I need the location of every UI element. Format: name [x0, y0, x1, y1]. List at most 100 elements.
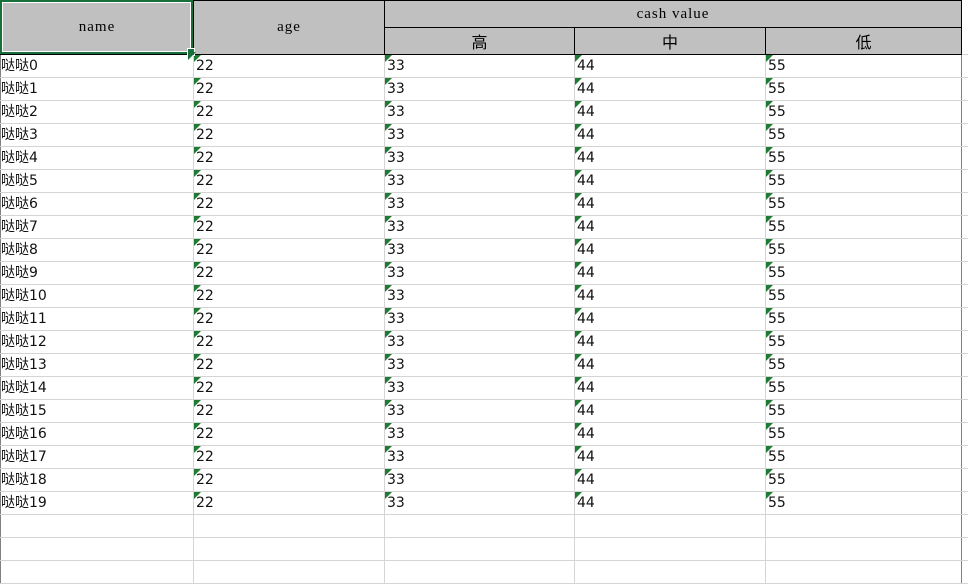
cell-high[interactable]: 33 — [384, 445, 575, 469]
cell-name[interactable]: 哒哒16 — [0, 422, 194, 446]
cell-age[interactable]: 22 — [193, 146, 385, 170]
cell-name[interactable]: 哒哒5 — [0, 169, 194, 193]
cell-name[interactable]: 哒哒13 — [0, 353, 194, 377]
cell-low[interactable]: 55 — [764, 445, 963, 469]
empty-cell[interactable] — [574, 537, 766, 561]
cell-mid[interactable]: 44 — [574, 399, 766, 423]
cell-high[interactable]: 33 — [384, 307, 575, 331]
cell-low[interactable]: 55 — [764, 261, 963, 285]
column-header-cash-value[interactable]: cash value — [383, 0, 963, 28]
cell-age[interactable]: 22 — [193, 353, 385, 377]
cell-mid[interactable]: 44 — [574, 123, 766, 147]
cell-low[interactable]: 55 — [764, 468, 963, 492]
empty-cell[interactable] — [384, 537, 575, 561]
cell-name[interactable]: 哒哒8 — [0, 238, 194, 262]
cell-high[interactable]: 33 — [384, 238, 575, 262]
cell-mid[interactable]: 44 — [574, 169, 766, 193]
cell-age[interactable]: 22 — [193, 192, 385, 216]
cell-low[interactable]: 55 — [764, 238, 963, 262]
table-row[interactable]: 哒哒13 22 33 44 55 — [0, 353, 963, 377]
cell-age[interactable]: 22 — [193, 468, 385, 492]
cell-high[interactable]: 33 — [384, 468, 575, 492]
cell-high[interactable]: 33 — [384, 77, 575, 101]
cell-low[interactable]: 55 — [764, 376, 963, 400]
table-row[interactable]: 哒哒11 22 33 44 55 — [0, 307, 963, 331]
cell-low[interactable]: 55 — [764, 54, 963, 78]
cell-low[interactable]: 55 — [764, 215, 963, 239]
empty-cell[interactable] — [0, 560, 194, 584]
cell-age[interactable]: 22 — [193, 169, 385, 193]
empty-cell[interactable] — [0, 537, 194, 561]
cell-high[interactable]: 33 — [384, 399, 575, 423]
column-header-mid[interactable]: 中 — [574, 27, 766, 55]
column-header-low[interactable]: 低 — [764, 27, 963, 55]
cell-high[interactable]: 33 — [384, 284, 575, 308]
cell-mid[interactable]: 44 — [574, 215, 766, 239]
column-header-name[interactable]: name — [0, 0, 194, 55]
cell-mid[interactable]: 44 — [574, 422, 766, 446]
cell-high[interactable]: 33 — [384, 146, 575, 170]
cell-age[interactable]: 22 — [193, 238, 385, 262]
cell-high[interactable]: 33 — [384, 100, 575, 124]
cell-mid[interactable]: 44 — [574, 192, 766, 216]
cell-high[interactable]: 33 — [384, 491, 575, 515]
cell-age[interactable]: 22 — [193, 422, 385, 446]
table-row[interactable]: 哒哒3 22 33 44 55 — [0, 123, 963, 147]
cell-name[interactable]: 哒哒14 — [0, 376, 194, 400]
cell-age[interactable]: 22 — [193, 330, 385, 354]
cell-name[interactable]: 哒哒11 — [0, 307, 194, 331]
empty-cell[interactable] — [193, 514, 385, 538]
cell-age[interactable]: 22 — [193, 491, 385, 515]
cell-mid[interactable]: 44 — [574, 376, 766, 400]
cell-low[interactable]: 55 — [764, 169, 963, 193]
cell-name[interactable]: 哒哒0 — [0, 54, 194, 78]
cell-high[interactable]: 33 — [384, 215, 575, 239]
cell-name[interactable]: 哒哒15 — [0, 399, 194, 423]
cell-high[interactable]: 33 — [384, 123, 575, 147]
cell-high[interactable]: 33 — [384, 330, 575, 354]
table-row[interactable]: 哒哒7 22 33 44 55 — [0, 215, 963, 239]
cell-mid[interactable]: 44 — [574, 491, 766, 515]
table-row[interactable]: 哒哒10 22 33 44 55 — [0, 284, 963, 308]
cell-mid[interactable]: 44 — [574, 146, 766, 170]
cell-age[interactable]: 22 — [193, 54, 385, 78]
column-header-age[interactable]: age — [193, 0, 385, 55]
cell-mid[interactable]: 44 — [574, 307, 766, 331]
table-row[interactable]: 哒哒1 22 33 44 55 — [0, 77, 963, 101]
cell-mid[interactable]: 44 — [574, 77, 766, 101]
cell-low[interactable]: 55 — [764, 353, 963, 377]
cell-age[interactable]: 22 — [193, 376, 385, 400]
empty-cell[interactable] — [764, 514, 963, 538]
cell-age[interactable]: 22 — [193, 284, 385, 308]
cell-age[interactable]: 22 — [193, 123, 385, 147]
cell-low[interactable]: 55 — [764, 146, 963, 170]
cell-mid[interactable]: 44 — [574, 100, 766, 124]
table-row[interactable]: 哒哒16 22 33 44 55 — [0, 422, 963, 446]
cell-high[interactable]: 33 — [384, 192, 575, 216]
table-row[interactable]: 哒哒12 22 33 44 55 — [0, 330, 963, 354]
cell-low[interactable]: 55 — [764, 77, 963, 101]
cell-age[interactable]: 22 — [193, 261, 385, 285]
empty-cell[interactable] — [574, 560, 766, 584]
empty-row[interactable] — [0, 514, 963, 538]
table-row[interactable]: 哒哒19 22 33 44 55 — [0, 491, 963, 515]
cell-low[interactable]: 55 — [764, 123, 963, 147]
empty-cell[interactable] — [384, 514, 575, 538]
cell-name[interactable]: 哒哒19 — [0, 491, 194, 515]
cell-age[interactable]: 22 — [193, 215, 385, 239]
cell-mid[interactable]: 44 — [574, 54, 766, 78]
cell-name[interactable]: 哒哒18 — [0, 468, 194, 492]
cell-name[interactable]: 哒哒12 — [0, 330, 194, 354]
cell-low[interactable]: 55 — [764, 399, 963, 423]
cell-age[interactable]: 22 — [193, 307, 385, 331]
empty-cell[interactable] — [0, 514, 194, 538]
empty-cell[interactable] — [574, 514, 766, 538]
table-row[interactable]: 哒哒18 22 33 44 55 — [0, 468, 963, 492]
cell-low[interactable]: 55 — [764, 491, 963, 515]
cell-name[interactable]: 哒哒10 — [0, 284, 194, 308]
cell-high[interactable]: 33 — [384, 54, 575, 78]
cell-mid[interactable]: 44 — [574, 353, 766, 377]
cell-mid[interactable]: 44 — [574, 330, 766, 354]
cell-low[interactable]: 55 — [764, 330, 963, 354]
table-row[interactable]: 哒哒8 22 33 44 55 — [0, 238, 963, 262]
